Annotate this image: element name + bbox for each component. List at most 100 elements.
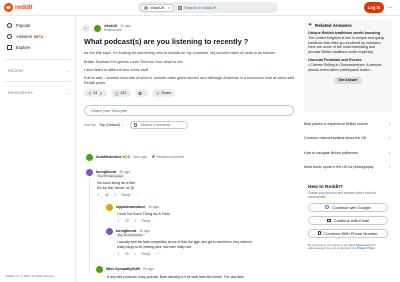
share-label: Share: [161, 91, 171, 96]
avatar[interactable]: [86, 169, 93, 176]
continue-google-button[interactable]: Continue with Google: [308, 202, 388, 212]
avatar[interactable]: [106, 228, 113, 235]
comment-time: · 2mo ago: [131, 155, 147, 159]
comment: Wise-Sympathy9165 · 2h ago A very well p…: [96, 266, 296, 282]
related-question-text: Common misconceptions about the UK: [304, 136, 367, 141]
post-body: As the title says, I'm looking for somet…: [84, 51, 296, 86]
sort-dropdown[interactable]: Top (Default): [99, 123, 120, 127]
related-question-link[interactable]: How to navigate British politeness ›: [304, 149, 392, 155]
downvote-icon[interactable]: ⇩: [114, 193, 117, 197]
related-question-link[interactable]: Best places to experience British cultur…: [304, 121, 392, 126]
share-button[interactable]: ↗ Share: [151, 89, 175, 98]
search-comments-input[interactable]: Search Comments: [129, 121, 188, 130]
button-label: Continue with Email: [333, 217, 370, 223]
comment-count: 241: [120, 91, 127, 96]
award-button[interactable]: ✪: [134, 89, 148, 98]
phone-icon: [318, 230, 322, 236]
comment-icon: ▢: [114, 90, 119, 96]
footer-text: Reddit, Inc. © 2024. All rights reserved…: [6, 274, 55, 278]
comment-author[interactable]: AutoModerator: [96, 155, 121, 159]
downvote-icon[interactable]: ⇩: [134, 219, 137, 223]
chevron-down-icon: ⌄: [65, 90, 69, 95]
author-link[interactable]: lensecurant: [104, 28, 131, 32]
stickied-label: 📌 Stickied comment: [150, 155, 184, 159]
back-arrow-icon[interactable]: ←: [82, 24, 90, 33]
comment-actions: ⇧ 45 ⇩ Reply ⋯: [97, 193, 144, 197]
section-recent[interactable]: RECENT ⌄: [0, 66, 75, 75]
comment-time: · 2h ago: [146, 205, 160, 209]
post-actions: ⇧ 24 ⇩ ▢ 241 ✪ ↗ Share: [84, 89, 296, 98]
section-resources[interactable]: RESOURCES ⌄: [0, 88, 75, 97]
avatar[interactable]: [86, 154, 93, 161]
legal-suffix: .: [374, 246, 376, 251]
continue-phone-button[interactable]: Continue With Phone Number: [308, 228, 388, 238]
continue-email-button[interactable]: Continue with Email: [308, 215, 388, 225]
avatar[interactable]: [106, 204, 113, 211]
related-answers-card: ✦ Related Answers Unique British traditi…: [304, 20, 392, 112]
legal-text: By continuing, you agree to our User Agr…: [308, 243, 388, 251]
more-options-icon[interactable]: ⋯: [135, 193, 138, 197]
comment-actions: ⇧ 23 ⇩ Reply ⋯: [117, 219, 164, 223]
vote-control[interactable]: ⇧ 24 ⇩: [84, 89, 107, 98]
answer-heading: Unique British traditions worth knowing: [308, 31, 381, 35]
share-icon: ↗: [155, 90, 160, 96]
search-bar[interactable]: r/AskUK × Search in r/AskUK: [138, 2, 278, 13]
signup-card: New to Reddit? Create your account and c…: [304, 181, 392, 255]
more-options-icon[interactable]: ⋯: [155, 252, 158, 256]
community-chip[interactable]: r/AskUK ×: [140, 3, 175, 12]
comment-meta: nippashoamiasee · 2h ago: [116, 205, 159, 209]
post-paragraph: Edit to add – another favourite of mine …: [84, 75, 295, 85]
brand-name: reddit: [15, 4, 33, 11]
comment-text: I love No Such Thing As A Fish!: [117, 212, 170, 216]
reply-button[interactable]: Reply: [141, 252, 150, 256]
chevron-right-icon: ›: [388, 121, 390, 126]
sparkle-icon: ✦: [308, 22, 313, 28]
upvote-icon[interactable]: ⇧: [97, 193, 100, 197]
nav-label: Explore: [16, 45, 31, 50]
see-answer-button[interactable]: See Answer: [334, 76, 362, 84]
vote-count: 45: [104, 193, 109, 197]
mod-badge: MOD: [122, 155, 131, 159]
avatar[interactable]: [96, 266, 103, 273]
reddit-logo[interactable]: reddit: [4, 3, 33, 12]
downvote-icon[interactable]: ⇩: [99, 91, 102, 96]
vote-count: 23: [124, 219, 129, 223]
nav-item-popular[interactable]: Popular: [3, 20, 72, 31]
comment-text: It's by the 'driver' of QI: [97, 186, 135, 190]
nav-item-answers[interactable]: Answers BETA: [3, 31, 72, 42]
close-icon[interactable]: ×: [168, 5, 170, 10]
post-header: ← r/AskUK · 2h ago lensecurant: [82, 24, 296, 33]
button-label: Continue with Google: [332, 204, 371, 210]
reddit-snoo-icon: [4, 3, 13, 12]
downvote-icon[interactable]: ⇩: [134, 252, 137, 256]
login-button[interactable]: Log In: [364, 2, 384, 13]
comments-button[interactable]: ▢ 241: [110, 89, 131, 98]
answer-subheading: Unusual Festivals and Events: [308, 58, 362, 63]
nav-item-explore[interactable]: Explore: [3, 42, 72, 53]
upvote-icon[interactable]: ⇧: [117, 252, 120, 256]
comment-author[interactable]: Wise-Sympathy9165: [106, 267, 140, 271]
privacy-policy-link[interactable]: Privacy Policy: [357, 246, 375, 250]
comment-meta: turingthecat · 2h ago Top 1% Commenter: [96, 170, 130, 178]
signup-subtitle: Create your account and connect with a w…: [308, 190, 377, 199]
more-options-icon[interactable]: ⋯: [155, 219, 158, 223]
comment: AutoModerator MOD · 2mo ago 📌 Stickied c…: [86, 154, 296, 164]
signup-title: New to Reddit?: [308, 184, 343, 190]
search-input[interactable]: Search in r/AskUK: [184, 5, 217, 10]
chevron-right-icon: ›: [388, 149, 390, 155]
related-question-text: How to navigate British politeness: [304, 150, 358, 155]
upvote-icon[interactable]: ⇧: [117, 219, 120, 223]
post-paragraph: British Scandal Evil genius Louis Therou…: [84, 59, 183, 64]
upvote-icon[interactable]: ⇧: [88, 91, 91, 96]
reply-button[interactable]: Reply: [141, 219, 150, 223]
chevron-right-icon: ›: [388, 164, 390, 170]
reply-button[interactable]: Reply: [121, 193, 130, 197]
section-label: RESOURCES: [8, 90, 33, 95]
related-question-link[interactable]: Most iconic spots in the UK for photogra…: [304, 164, 392, 170]
nav-label: Answers: [16, 34, 33, 39]
related-question-link[interactable]: Common misconceptions about the UK ›: [304, 135, 392, 141]
comment-author[interactable]: nippashoamiasee: [116, 205, 145, 209]
comment-input[interactable]: Share your thoughts: [84, 105, 294, 117]
more-options-icon[interactable]: ⋯: [388, 6, 393, 11]
subreddit-avatar[interactable]: [94, 24, 101, 32]
